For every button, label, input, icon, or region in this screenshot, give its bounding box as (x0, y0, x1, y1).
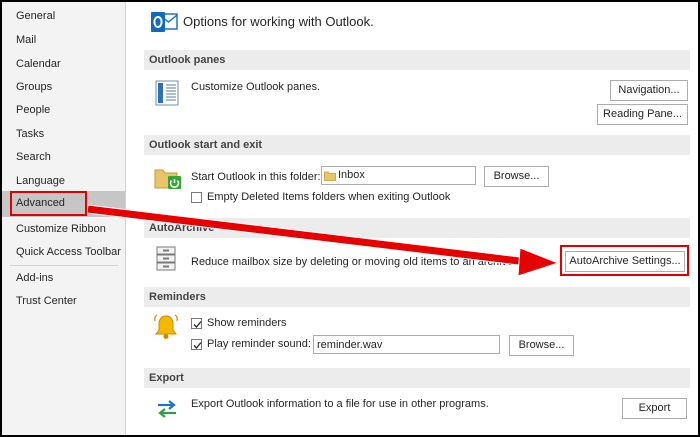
section-header-start-exit: Outlook start and exit (144, 135, 690, 155)
reminder-sound-browse-button[interactable]: Browse... (509, 335, 574, 356)
outlook-options-icon (151, 12, 178, 32)
panes-description: Customize Outlook panes. (191, 81, 321, 93)
start-folder-browse-button[interactable]: Browse... (484, 166, 549, 187)
autoarchive-description: Reduce mailbox size by deleting or movin… (191, 256, 538, 268)
sidebar-item-groups[interactable]: Groups (2, 75, 125, 99)
sidebar-item-search[interactable]: Search (2, 145, 125, 169)
start-folder-value: Inbox (338, 169, 365, 181)
reminder-bell-icon (154, 314, 178, 339)
sidebar-item-general[interactable]: General (2, 4, 125, 28)
reminder-sound-field[interactable] (313, 335, 500, 354)
play-sound-label: Play reminder sound: (207, 338, 311, 350)
page-title: Options for working with Outlook. (183, 14, 374, 29)
sidebar-item-mail[interactable]: Mail (2, 28, 125, 52)
section-header-export: Export (144, 368, 690, 388)
reading-pane-button[interactable]: Reading Pane... (597, 104, 688, 125)
sidebar-item-trust-center[interactable]: Trust Center (2, 289, 125, 313)
export-button[interactable]: Export (622, 398, 687, 419)
empty-deleted-label: Empty Deleted Items folders when exiting… (207, 191, 451, 203)
checkmark-icon (193, 321, 202, 328)
show-reminders-label: Show reminders (207, 317, 287, 329)
play-sound-checkbox[interactable] (191, 339, 202, 350)
autoarchive-settings-highlight-box (560, 245, 689, 276)
sidebar-item-calendar[interactable]: Calendar (2, 52, 125, 76)
start-folder-field[interactable]: Inbox (321, 166, 476, 185)
section-header-reminders: Reminders (144, 287, 690, 307)
empty-deleted-checkbox[interactable] (191, 192, 202, 203)
sidebar-item-quick-access-toolbar[interactable]: Quick Access Toolbar (2, 240, 125, 264)
autoarchive-icon (156, 246, 176, 271)
section-header-outlook-panes: Outlook panes (144, 50, 690, 70)
start-folder-label: Start Outlook in this folder: (191, 171, 321, 183)
advanced-options-panel: Options for working with Outlook. Outloo… (127, 2, 698, 435)
section-header-autoarchive: AutoArchive (144, 218, 690, 238)
folder-start-icon (154, 169, 181, 189)
sidebar-item-people[interactable]: People (2, 98, 125, 122)
sidebar-item-tasks[interactable]: Tasks (2, 122, 125, 146)
options-sidebar: General Mail Calendar Groups People Task… (2, 2, 126, 435)
advanced-highlight-box (10, 191, 87, 216)
sidebar-item-customize-ribbon[interactable]: Customize Ribbon (2, 217, 125, 241)
checkmark-icon (193, 342, 202, 349)
inbox-folder-icon (324, 171, 336, 181)
sidebar-item-add-ins[interactable]: Add-ins (2, 266, 125, 290)
export-description: Export Outlook information to a file for… (191, 398, 489, 410)
show-reminders-checkbox[interactable] (191, 318, 202, 329)
sidebar-item-language[interactable]: Language (2, 169, 125, 193)
navigation-button[interactable]: Navigation... (610, 80, 688, 101)
export-arrows-icon (158, 400, 176, 418)
panes-icon (155, 80, 179, 106)
